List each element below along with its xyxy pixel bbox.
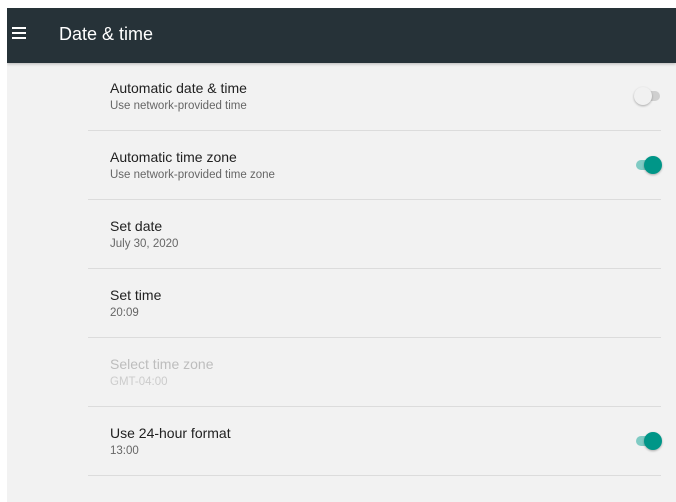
setting-title: Select time zone xyxy=(110,356,214,372)
setting-title: Set time xyxy=(110,287,162,303)
automatic-time-zone-switch[interactable] xyxy=(634,155,662,175)
switch-thumb xyxy=(644,432,662,450)
switch-thumb xyxy=(644,156,662,174)
setting-use-24-hour-format[interactable]: Use 24-hour format 13:00 xyxy=(88,407,662,476)
setting-set-date[interactable]: Set date July 30, 2020 xyxy=(88,200,661,269)
setting-summary: 20:09 xyxy=(110,307,139,319)
switch-thumb xyxy=(634,87,652,105)
setting-title: Automatic time zone xyxy=(110,149,237,165)
setting-set-time[interactable]: Set time 20:09 xyxy=(88,269,661,338)
setting-summary: 13:00 xyxy=(110,445,139,457)
setting-title: Use 24-hour format xyxy=(110,425,231,441)
hamburger-menu-icon[interactable] xyxy=(12,25,26,39)
app-bar: Date & time xyxy=(7,8,676,63)
page-title: Date & time xyxy=(59,24,154,44)
setting-summary: July 30, 2020 xyxy=(110,238,179,250)
use-24-hour-format-switch[interactable] xyxy=(634,431,662,451)
setting-summary: Use network-provided time xyxy=(110,100,247,112)
setting-title: Automatic date & time xyxy=(110,80,247,96)
setting-summary: Use network-provided time zone xyxy=(110,169,275,181)
setting-summary: GMT-04:00 xyxy=(110,376,168,388)
settings-list: Automatic date & time Use network-provid… xyxy=(88,62,662,476)
setting-automatic-time-zone[interactable]: Automatic time zone Use network-provided… xyxy=(88,131,662,200)
settings-screen: Date & time Automatic date & time Use ne… xyxy=(7,8,676,502)
setting-automatic-date-time[interactable]: Automatic date & time Use network-provid… xyxy=(88,62,661,131)
setting-title: Set date xyxy=(110,218,163,234)
automatic-date-time-switch[interactable] xyxy=(634,86,662,106)
setting-select-time-zone: Select time zone GMT-04:00 xyxy=(88,338,661,407)
